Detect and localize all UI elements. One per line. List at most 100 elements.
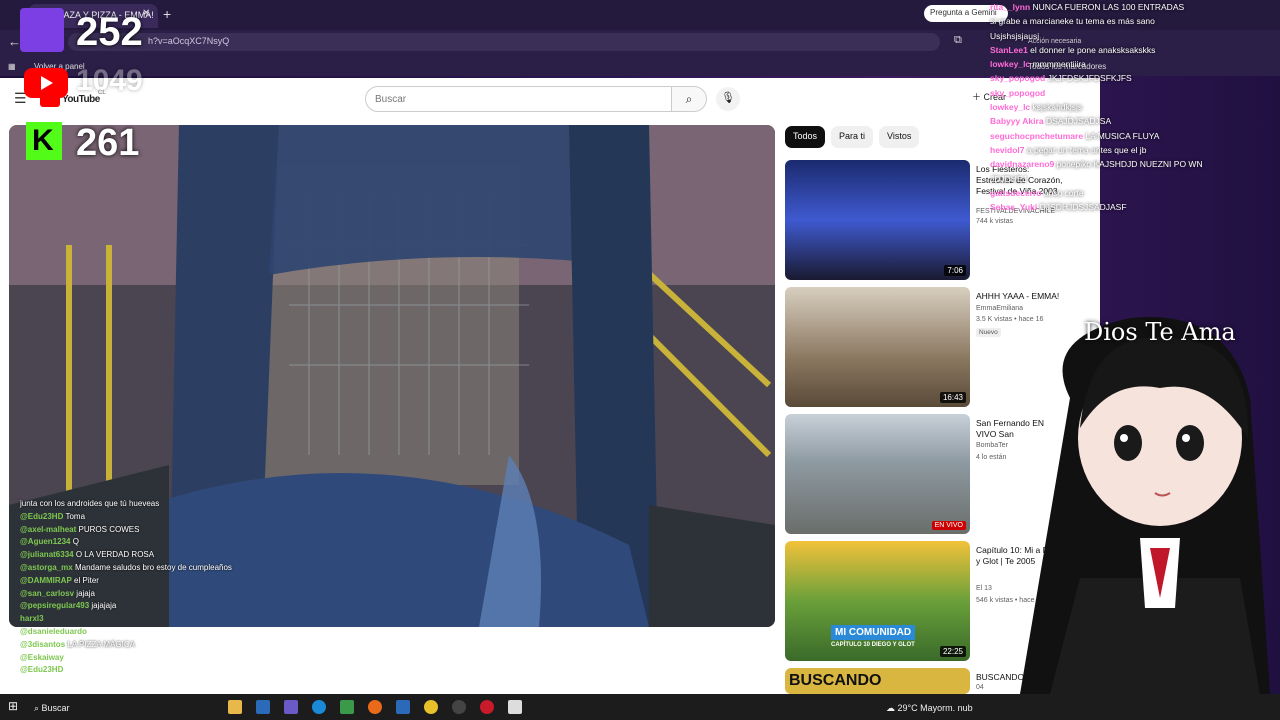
chat-message: @astorga_mx Mandame saludos bro estoy de… [20,562,290,575]
chat-message: StanLee1 el donner le pone anaksksakskks [990,43,1280,57]
file-explorer-icon[interactable] [228,700,242,714]
chat-text: JDJDHEJ [990,173,1027,184]
chat-username[interactable]: lowkey_lc [990,59,1030,69]
chat-text: LA PIZZA MÁGICA [67,639,135,649]
chat-right: rita__lynn NUNCA FUERON LAS 100 ENTRADAS… [990,0,1280,214]
chat-username[interactable]: StanLee1 [990,45,1028,55]
chat-username[interactable]: @Edu23HD [20,665,63,674]
chat-username[interactable]: seguchocpnchetumare [990,131,1083,141]
chat-message: hevidol7 a pegar un tema antes que el jb [990,143,1280,157]
chat-text: Mandame saludos bro estoy de cumpleaños [74,562,232,572]
chat-message: @Aguen1234 Q [20,536,290,549]
chat-username[interactable]: @axel-malheat [20,525,76,534]
video-thumbnail[interactable]: EN VIVO [785,414,970,534]
chat-username[interactable]: @Aguen1234 [20,537,70,546]
video-meta: 4 lo están [976,454,1007,461]
chat-username[interactable]: @pepsiregular493 [20,601,89,610]
gemini-label: Pregunta a Gemini [930,8,997,17]
chat-message: @julianat6334 O LA VERDAD ROSA [20,549,290,562]
channel-name[interactable]: 04 [976,684,984,691]
chat-text: si grabe a marcianeke tu tema es más san… [990,16,1155,27]
new-badge: Nuevo [976,328,1001,337]
chat-text: ponepiko KAJSHDJD NUEZNI PO WN [1056,159,1203,170]
chat-left: junta con los androides que tú hueveas @E… [20,498,290,677]
close-tab-icon[interactable]: ✕ [142,8,150,19]
chat-username[interactable]: sky_popogod [990,88,1045,98]
chat-username[interactable]: hevidol7 [990,145,1024,155]
video-thumbnail[interactable]: 7:06 [785,160,970,280]
chat-message: @pepsiregular493 jajajaja [20,600,290,613]
youtube-viewer-count: 1049 [76,64,143,97]
chat-username[interactable]: davidnazareno9 [990,159,1054,169]
play-icon [41,76,53,90]
chat-message: harxl3 [20,613,290,626]
search-icon: ⌕ [685,92,693,106]
youtube-header: ☰ YouTube CL Buscar ⌕ 🎙 ＋ Crear [0,78,1100,120]
duration-badge: 16:43 [939,392,966,403]
chip-vistos[interactable]: Vistos [879,126,920,148]
new-tab-icon[interactable]: + [163,6,171,22]
chat-message: @Edu23HD [20,664,290,677]
chat-message: Babyyy Akira DSAJDJSADJSA [990,114,1280,128]
chat-text: Toma [65,511,86,521]
chat-message: lowkey_lc mmmmentiiira [990,57,1280,71]
address-bar[interactable]: h?v=aOcqXC7NsyQ [68,33,940,51]
chat-text: jajajaja [91,601,117,611]
video-thumbnail[interactable]: BUSCANDO [785,668,970,694]
app-icon[interactable] [284,700,298,714]
chat-username[interactable]: sky_popogod [990,73,1045,83]
chat-text: Usjshsjsjausj [990,30,1040,41]
chat-text: a pegar un tema antes que el jb [1026,144,1147,155]
youtube-overlay-icon [24,68,68,98]
opera-icon[interactable] [480,700,494,714]
address-text: h?v=aOcqXC7NsyQ [148,36,230,46]
app-icon[interactable] [256,700,270,714]
chat-message: lowkey_lc ksjskahdkjsjs [990,100,1280,114]
apps-icon[interactable]: ▦ [8,62,16,71]
app-icon[interactable] [340,700,354,714]
chat-username[interactable]: harxl3 [20,614,44,623]
chat-text: PUROS COWES [78,524,140,534]
chat-username[interactable]: Babyyy Akira [990,116,1044,126]
chat-message: davidnazareno9 ponepiko KAJSHDJD NUEZNI … [990,157,1280,171]
chat-message: @Eskaiway [20,652,290,665]
obs-icon[interactable] [452,700,466,714]
chat-message: JDJDHEJ [990,172,1280,186]
extensions-icon[interactable]: ⧉ [954,34,962,47]
taskbar-search[interactable]: ⌕ Buscar [34,703,70,714]
dios-te-ama-watermark: Dios Te Ama [1084,318,1236,346]
chip-para-ti[interactable]: Para ti [831,126,874,148]
channel-name[interactable]: El 13 [976,585,992,592]
chat-username[interactable]: rita__lynn [990,2,1030,12]
video-thumbnail[interactable]: 16:43 [785,287,970,407]
weather-text: 29°C Mayorm. nub [897,703,973,713]
mic-icon[interactable]: 🎙 [716,87,740,111]
app-icon[interactable] [508,700,522,714]
edge-icon[interactable] [312,700,326,714]
search-input[interactable]: Buscar [365,86,672,112]
chat-username[interactable]: gattsdecerro [990,188,1042,198]
app-icon[interactable] [396,700,410,714]
chat-username[interactable]: @julianat6334 [20,550,74,559]
chat-username[interactable]: @3disantos [20,640,65,649]
weather-widget[interactable]: ☁ 29°C Mayorm. nub [886,703,973,714]
chip-todos[interactable]: Todos [785,126,826,148]
chat-username[interactable]: @astorga_mx [20,563,73,572]
chat-username[interactable]: @Eskaiway [20,653,64,662]
chat-username[interactable]: lowkey_lc [990,102,1030,112]
chat-text: LA MUSICA FLUYA [1085,130,1160,141]
windows-start-icon[interactable]: ⊞ [8,699,18,713]
chat-username[interactable]: @DAMMIRAP [20,576,72,585]
twitch-viewer-count: 252 [76,10,143,54]
chat-username[interactable]: @Edu23HD [20,512,63,521]
chat-username[interactable]: Sebas_Yuki [990,202,1037,212]
channel-name[interactable]: BombaTer [976,442,1008,449]
video-thumbnail[interactable]: MI COMUNIDAD CAPÍTULO 10 DIEGO Y GLOT 22… [785,541,970,661]
search-button[interactable]: ⌕ [672,86,707,112]
chat-username[interactable]: @dsanieleduardo [20,627,87,636]
firefox-icon[interactable] [368,700,382,714]
chat-message: seguchocpnchetumare LA MUSICA FLUYA [990,129,1280,143]
chrome-icon[interactable] [424,700,438,714]
kick-viewer-count: 261 [76,122,140,164]
chat-username[interactable]: @san_carlosv [20,589,74,598]
